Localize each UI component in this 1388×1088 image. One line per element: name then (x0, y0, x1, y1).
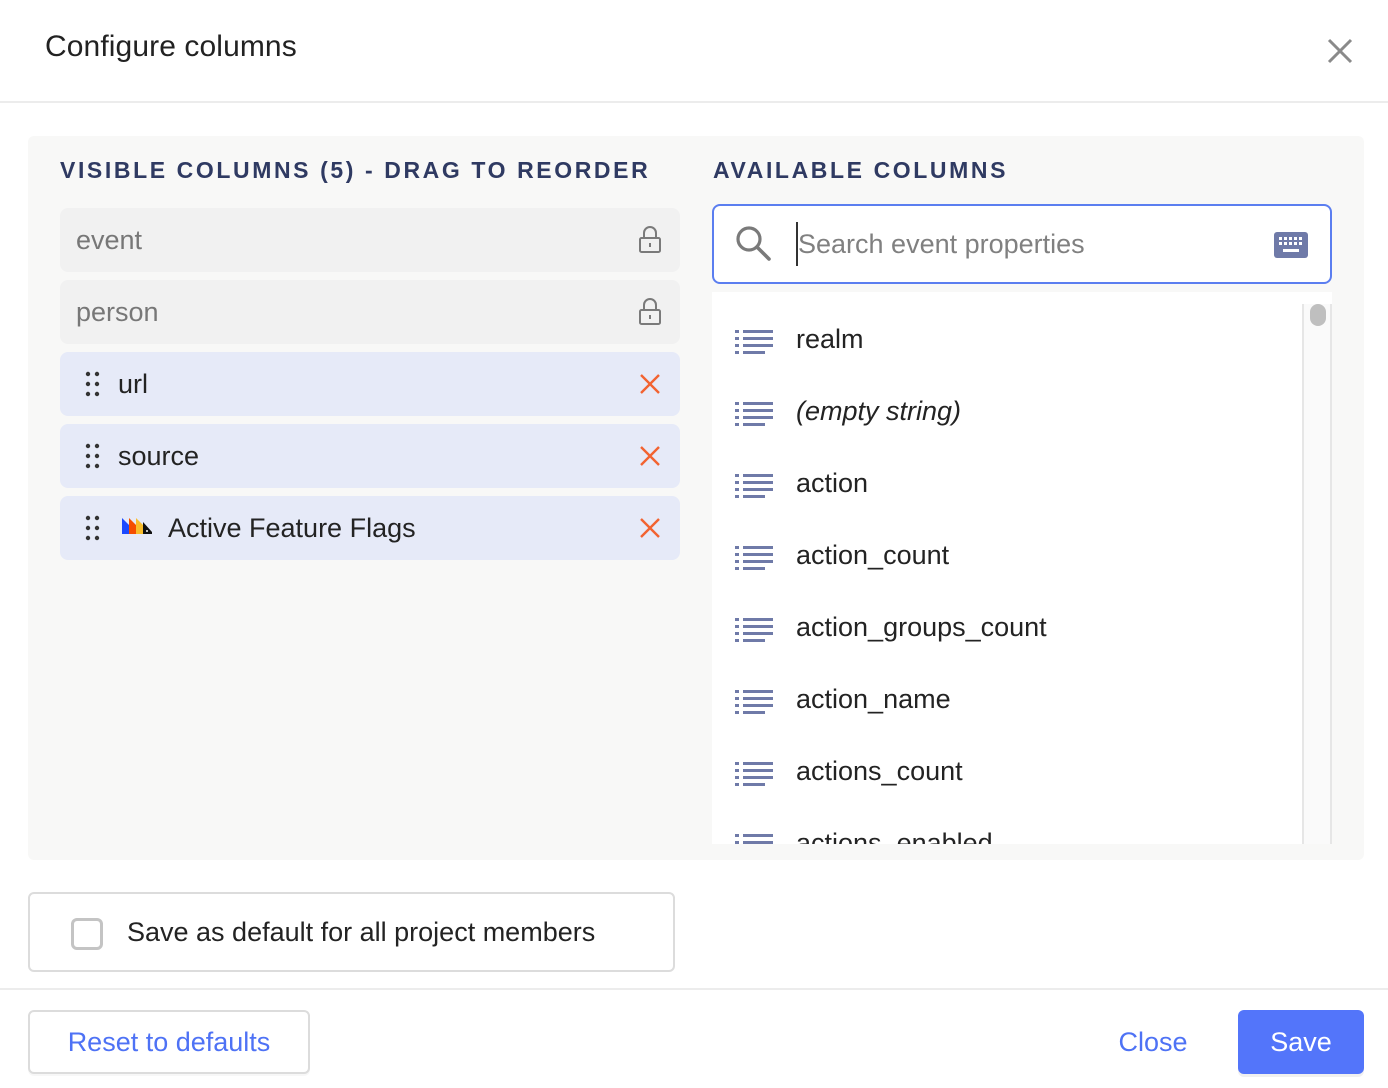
visible-column-source[interactable]: source (60, 424, 680, 488)
list-icon (735, 546, 773, 570)
visible-column-event: event (60, 208, 680, 272)
column-label: url (118, 369, 149, 399)
list-icon (735, 330, 773, 354)
save-default-row[interactable]: Save as default for all project members (28, 892, 675, 972)
search-input[interactable] (796, 222, 1256, 266)
available-column-item[interactable]: (empty string) (712, 376, 1302, 448)
save-default-checkbox[interactable] (71, 918, 103, 950)
visible-column-active-feature-flags[interactable]: Active Feature Flags (60, 496, 680, 560)
available-column-label: actions_enabled (796, 828, 993, 844)
list-icon (735, 474, 773, 498)
keyboard-icon[interactable] (1274, 232, 1308, 258)
available-column-item[interactable]: action_count (712, 520, 1302, 592)
posthog-logo-icon (122, 518, 152, 534)
remove-x-icon[interactable] (638, 372, 662, 396)
available-column-label: action_count (796, 540, 950, 570)
drag-handle-icon[interactable] (84, 370, 102, 398)
lock-icon (639, 298, 661, 325)
visible-column-url[interactable]: url (60, 352, 680, 416)
list-icon (735, 690, 773, 714)
list-icon (735, 402, 773, 426)
drag-handle-icon[interactable] (84, 442, 102, 470)
available-column-label: actions_count (796, 756, 963, 786)
scrollbar-thumb[interactable] (1310, 304, 1326, 326)
available-column-label: action (796, 468, 869, 498)
available-column-label: (empty string) (796, 396, 962, 426)
available-column-label: action_groups_count (796, 612, 1047, 642)
available-column-item[interactable]: realm (712, 304, 1302, 376)
available-column-item[interactable]: action (712, 448, 1302, 520)
column-label: person (76, 297, 159, 327)
column-label: source (118, 441, 200, 471)
available-column-label: action_name (796, 684, 951, 714)
available-column-item[interactable]: action_name (712, 664, 1302, 736)
save-default-label: Save as default for all project members (127, 917, 596, 947)
available-column-item[interactable]: actions_count (712, 736, 1302, 808)
footer-divider (0, 988, 1388, 990)
list-icon (735, 618, 773, 642)
visible-column-person: person (60, 280, 680, 344)
drag-handle-icon[interactable] (84, 514, 102, 542)
dialog-title: Configure columns (45, 30, 297, 63)
column-label: Active Feature Flags (168, 513, 416, 543)
reset-to-defaults-button[interactable]: Reset to defaults (28, 1010, 310, 1074)
column-label: event (76, 225, 143, 255)
search-icon (736, 226, 771, 261)
scrollbar-track[interactable] (1302, 304, 1332, 844)
close-icon[interactable] (1322, 33, 1358, 69)
available-columns-list: realm (empty string) action action_countact… (712, 292, 1332, 844)
available-column-label: realm (796, 324, 864, 354)
dialog-header: Configure columns (0, 0, 1388, 103)
property-search-box (712, 204, 1332, 284)
visible-columns-heading: VISIBLE COLUMNS (5) - DRAG TO REORDER (60, 157, 651, 183)
list-icon (735, 762, 773, 786)
close-button[interactable]: Close (1098, 1010, 1208, 1074)
save-button[interactable]: Save (1238, 1010, 1364, 1074)
available-column-item[interactable]: actions_enabled (712, 808, 1302, 844)
list-icon (735, 834, 773, 844)
lock-icon (639, 226, 661, 253)
available-column-item[interactable]: action_groups_count (712, 592, 1302, 664)
remove-x-icon[interactable] (638, 516, 662, 540)
remove-x-icon[interactable] (638, 444, 662, 468)
available-columns-heading: AVAILABLE COLUMNS (713, 157, 1009, 183)
